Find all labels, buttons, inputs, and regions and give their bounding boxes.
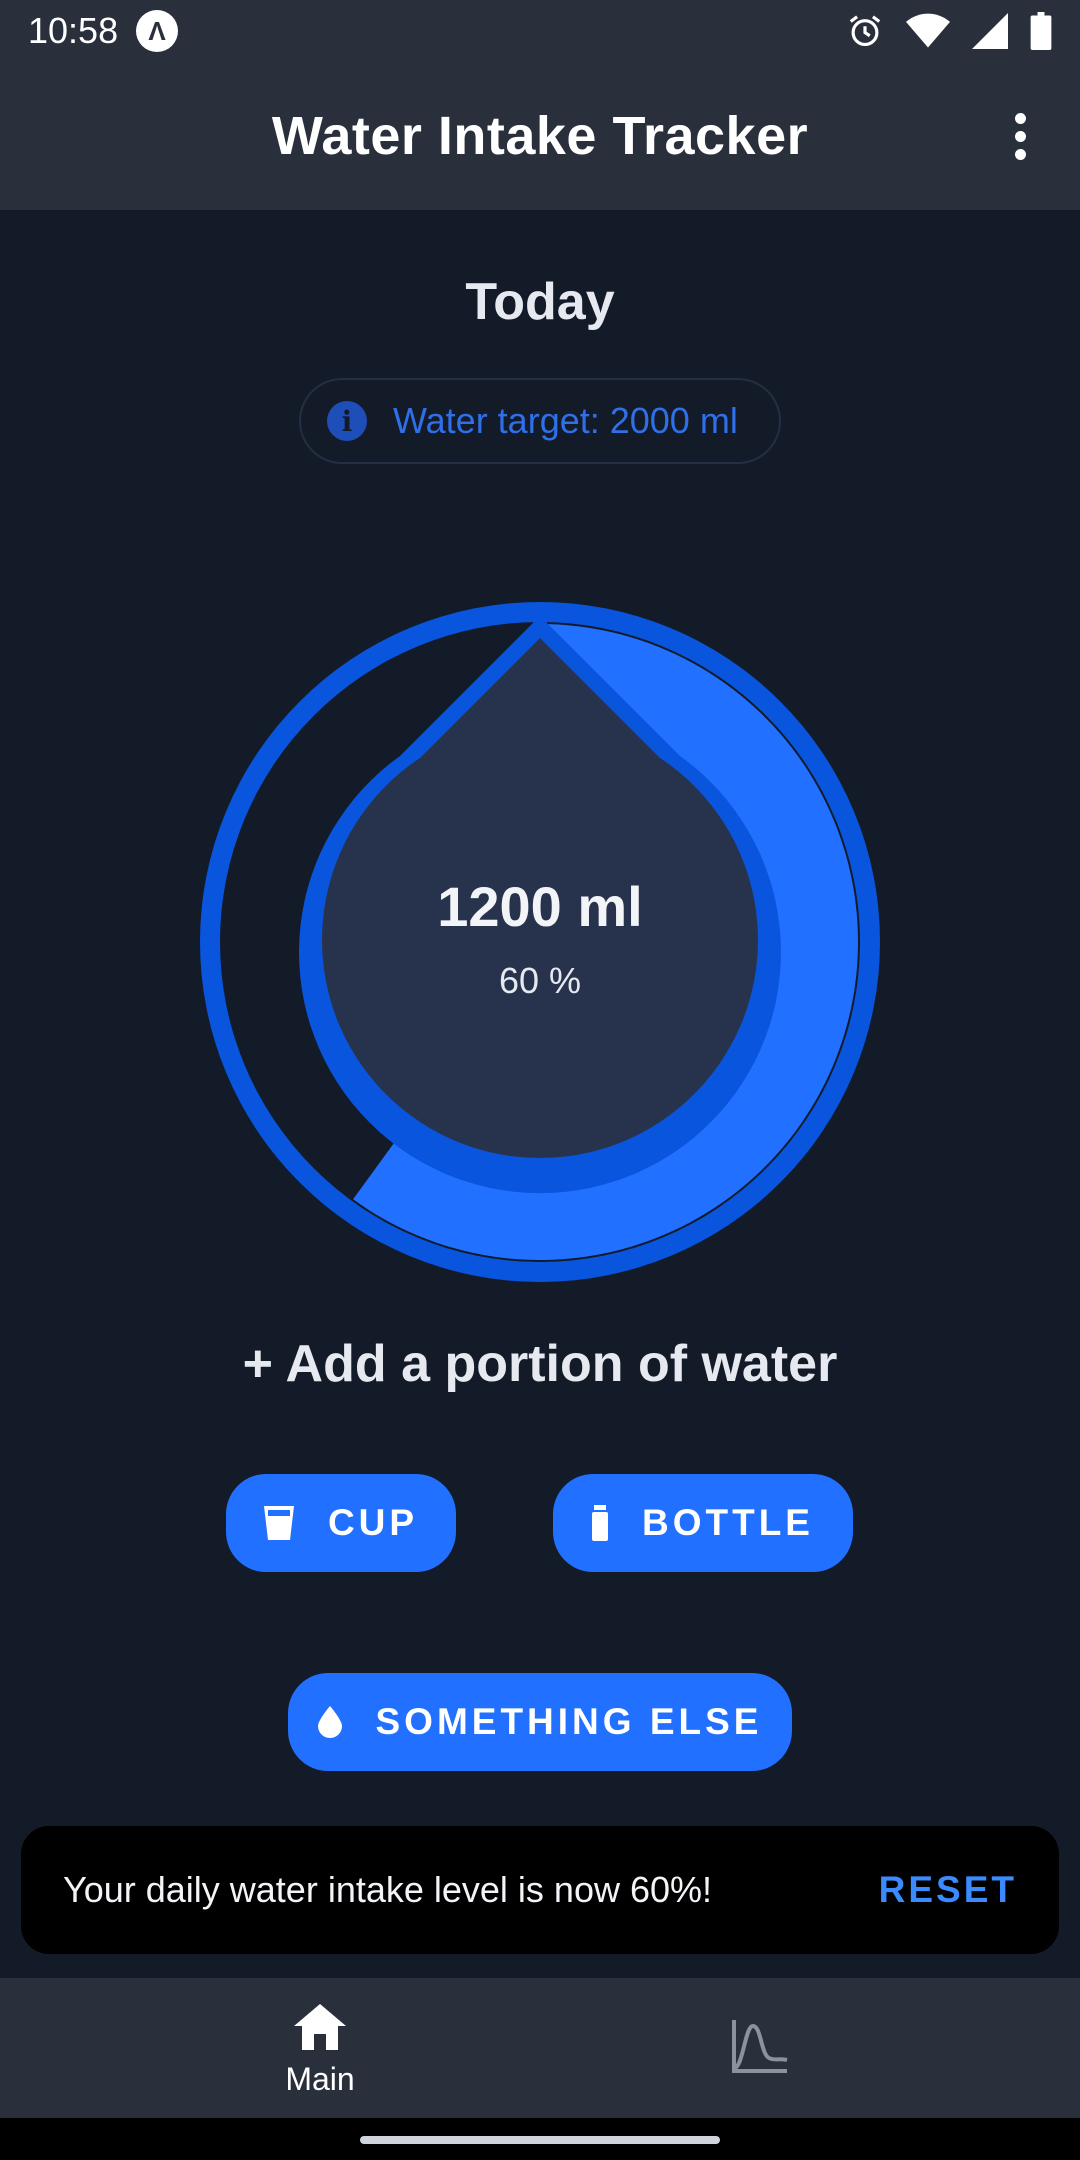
something-else-button[interactable]: SOMETHING ELSE <box>288 1673 792 1771</box>
reset-button[interactable]: RESET <box>879 1869 1017 1911</box>
water-target-label: Water target: 2000 ml <box>393 400 738 441</box>
status-time: 10:58 <box>28 10 119 51</box>
gesture-handle[interactable] <box>360 2136 720 2144</box>
status-icons <box>846 12 1052 50</box>
snackbar-message: Your daily water intake level is now 60%… <box>63 1869 713 1910</box>
cell-signal-icon <box>972 13 1008 49</box>
bottle-icon <box>592 1505 608 1541</box>
battery-icon <box>1030 12 1052 50</box>
bottle-button-label: BOTTLE <box>642 1502 814 1543</box>
drop-icon <box>317 1706 342 1738</box>
more-vert-icon-dot <box>1014 130 1026 142</box>
snackbar: Your daily water intake level is now 60%… <box>21 1826 1059 1954</box>
day-heading: Today <box>465 273 615 331</box>
home-icon <box>294 2004 346 2055</box>
add-portion-heading: + Add a portion of water <box>242 1335 838 1393</box>
cup-icon <box>263 1506 294 1540</box>
nav-item-statistics[interactable] <box>700 1978 820 2118</box>
intake-gauge-graphic <box>200 602 880 1282</box>
bottom-navigation: Main <box>0 1978 1080 2118</box>
water-target-chip[interactable]: i Water target: 2000 ml <box>299 378 781 464</box>
notification-app-icon: Λ <box>136 10 179 52</box>
cup-button[interactable]: CUP <box>226 1474 456 1572</box>
cup-button-label: CUP <box>327 1502 419 1543</box>
nav-item-main-label: Main <box>285 2061 355 2097</box>
alarm-icon <box>846 12 884 50</box>
status-bar: 10:58 Λ <box>0 0 1080 62</box>
chart-icon <box>731 2018 789 2079</box>
intake-gauge: 1200 ml 60 % <box>190 592 890 1292</box>
more-options-button[interactable] <box>990 106 1050 166</box>
app-title: Water Intake Tracker <box>271 106 809 166</box>
more-vert-icon-dot <box>1014 148 1026 160</box>
wifi-icon <box>906 12 950 50</box>
app-bar: Water Intake Tracker <box>0 62 1080 210</box>
nav-item-main[interactable]: Main <box>240 1978 400 2118</box>
something-else-button-label: SOMETHING ELSE <box>375 1701 763 1742</box>
info-icon: i <box>327 401 367 441</box>
bottle-button[interactable]: BOTTLE <box>553 1474 853 1572</box>
more-vert-icon <box>1014 112 1026 124</box>
